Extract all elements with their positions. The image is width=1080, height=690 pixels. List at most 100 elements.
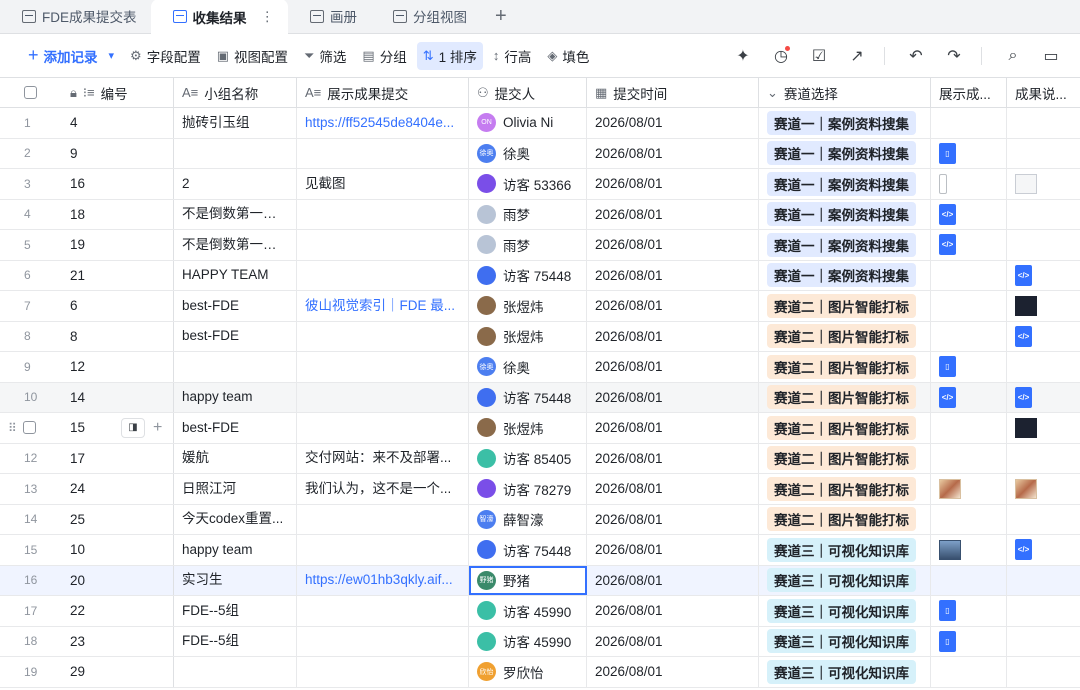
table-row[interactable]: 8 8 best-FDE 张煜炜 2026/08/01 赛道二｜图片智能打标 <… [0,321,1080,352]
cell-submission[interactable]: 交付网站：来不及部署... [297,443,469,473]
cell-result-attachment[interactable] [1007,139,1080,169]
cell-time[interactable]: 2026/08/01 [587,108,759,138]
checklist-icon[interactable]: ☑ [804,41,834,71]
tab-collect-results[interactable]: 收集结果 ⋮ [150,0,288,34]
column-header-id[interactable]: 🔒︎ ⁝≡ 编号 [62,78,174,107]
cell-track[interactable]: 赛道一｜案例资料搜集 [759,230,931,260]
column-header-submission[interactable]: A≡ 展示成果提交 [297,78,469,107]
cell-submission[interactable] [297,230,469,260]
cell-result-attachment[interactable]: </> [1007,535,1080,565]
cell-track[interactable]: 赛道二｜图片智能打标 [759,321,931,351]
insert-row-icon[interactable]: + [153,419,162,437]
cell-time[interactable]: 2026/08/01 [587,382,759,412]
cell-group-name[interactable]: happy team [174,535,297,565]
cell-submitter[interactable]: 访客 75448 [469,260,587,290]
cell-track[interactable]: 赛道三｜可视化知识库 [759,565,931,595]
cell-showcase-attachment[interactable]: </> [931,230,1007,260]
cell-id[interactable]: 21 [62,260,174,290]
row-select-cell[interactable]: ⠿ [0,413,62,443]
showcase-city-thumbnail[interactable] [939,539,961,560]
cell-submitter[interactable]: 访客 85405 [469,443,587,473]
cell-id[interactable]: 6 [62,291,174,321]
cell-submission[interactable] [297,596,469,626]
fill-color-button[interactable]: ◈ 填色 [541,42,595,70]
cell-id[interactable]: 15 ◨ + [62,413,174,443]
cell-track[interactable]: 赛道二｜图片智能打标 [759,413,931,443]
cell-submission[interactable] [297,352,469,382]
table-row[interactable]: 13 24 日照江河 我们认为，这不是一个... 访客 78279 2026/0… [0,474,1080,505]
cell-group-name[interactable]: FDE--5组 [174,626,297,656]
cell-result-attachment[interactable] [1007,413,1080,443]
table-row[interactable]: 19 29 欣怡 罗欣怡 2026/08/01 赛道三｜可视化知识库 [0,657,1080,688]
drag-handle-icon[interactable]: ⠿ [8,421,17,435]
cell-submission[interactable]: 彼山视觉索引｜FDE 最... [297,291,469,321]
cell-group-name[interactable]: happy team [174,382,297,412]
cell-group-name[interactable]: 不是倒数第一就行 [174,230,297,260]
cell-id[interactable]: 14 [62,382,174,412]
cell-track[interactable]: 赛道一｜案例资料搜集 [759,260,931,290]
cell-submission[interactable] [297,138,469,168]
cell-id[interactable]: 16 [62,169,174,199]
cell-time[interactable]: 2026/08/01 [587,230,759,260]
undo-icon[interactable]: ↶ [901,41,931,71]
filter-button[interactable]: ⏷ 筛选 [298,42,352,70]
result-art-thumbnail[interactable] [1015,478,1037,499]
table-row[interactable]: ⠿ 15 ◨ + best-FDE 张煜炜 2026/08/01 赛道二｜图片智能打… [0,413,1080,444]
cell-track[interactable]: 赛道三｜可视化知识库 [759,535,931,565]
submission-link[interactable]: 彼山视觉索引｜FDE 最... [305,291,460,321]
cell-showcase-attachment[interactable]: ▯ [931,352,1007,382]
row-checkbox[interactable] [22,421,36,435]
cell-showcase-attachment[interactable] [931,504,1007,534]
cell-time[interactable]: 2026/08/01 [587,504,759,534]
cell-time[interactable]: 2026/08/01 [587,474,759,504]
table-row[interactable]: 3 16 2 见截图 访客 53366 2026/08/01 赛道一｜案例资料搜… [0,169,1080,200]
table-row[interactable]: 16 20 实习生 https://ew01hb3qkly.aif... 野猪野… [0,565,1080,596]
cell-track[interactable]: 赛道一｜案例资料搜集 [759,169,931,199]
cell-submitter[interactable]: 徐奥 徐奥 [469,138,587,168]
cell-submission[interactable] [297,199,469,229]
table-row[interactable]: 17 22 FDE--5组 访客 45990 2026/08/01 赛道三｜可视… [0,596,1080,627]
cell-showcase-attachment[interactable] [931,413,1007,443]
table-row[interactable]: 15 10 happy team 访客 75448 2026/08/01 赛道三… [0,535,1080,566]
cell-time[interactable]: 2026/08/01 [587,626,759,656]
add-view-button[interactable]: + [481,0,521,33]
table-row[interactable]: 14 25 今天codex重置... 智濠 薛智濠 2026/08/01 赛道二｜… [0,504,1080,535]
cell-group-name[interactable]: HAPPY TEAM [174,260,297,290]
cell-track[interactable]: 赛道二｜图片智能打标 [759,443,931,473]
cell-track[interactable]: 赛道二｜图片智能打标 [759,474,931,504]
cell-time[interactable]: 2026/08/01 [587,260,759,290]
cell-track[interactable]: 赛道二｜图片智能打标 [759,504,931,534]
cell-time[interactable]: 2026/08/01 [587,413,759,443]
cell-result-attachment[interactable] [1007,230,1080,260]
cell-track[interactable]: 赛道三｜可视化知识库 [759,626,931,656]
cell-submission[interactable] [297,382,469,412]
cell-showcase-attachment[interactable] [931,108,1007,138]
result-dark-thumbnail[interactable] [1015,295,1037,316]
cell-id[interactable]: 22 [62,596,174,626]
cell-id[interactable]: 9 [62,138,174,168]
cell-track[interactable]: 赛道三｜可视化知识库 [759,657,931,687]
cell-submission[interactable] [297,260,469,290]
cell-submission[interactable]: 我们认为，这不是一个... [297,474,469,504]
cell-group-name[interactable]: best-FDE [174,413,297,443]
tab-group-view[interactable]: 分组视图 [371,0,481,33]
showcase-code-file-icon[interactable]: </> [939,203,956,225]
cell-result-attachment[interactable] [1007,169,1080,199]
cell-showcase-attachment[interactable] [931,321,1007,351]
showcase-doc-icon[interactable]: ▯ [939,142,956,164]
cell-submitter[interactable]: 访客 75448 [469,382,587,412]
submission-link[interactable]: https://ff52545de8404e... [305,108,460,138]
cell-group-name[interactable]: best-FDE [174,291,297,321]
cell-track[interactable]: 赛道二｜图片智能打标 [759,291,931,321]
cell-submission[interactable] [297,535,469,565]
add-record-button[interactable]: + 添加记录 ▾ [22,41,120,70]
select-all-cell[interactable] [0,78,62,107]
tab-fde-form[interactable]: FDE成果提交表 [0,0,151,33]
showcase-doc-icon[interactable]: ▯ [939,356,956,378]
cell-track[interactable]: 赛道二｜图片智能打标 [759,352,931,382]
row-height-button[interactable]: ↕ 行高 [487,42,538,70]
showcase-art-thumbnail[interactable] [939,478,961,499]
cell-time[interactable]: 2026/08/01 [587,138,759,168]
cell-result-attachment[interactable]: </> [1007,322,1080,352]
tab-gallery[interactable]: 画册 [288,0,371,33]
